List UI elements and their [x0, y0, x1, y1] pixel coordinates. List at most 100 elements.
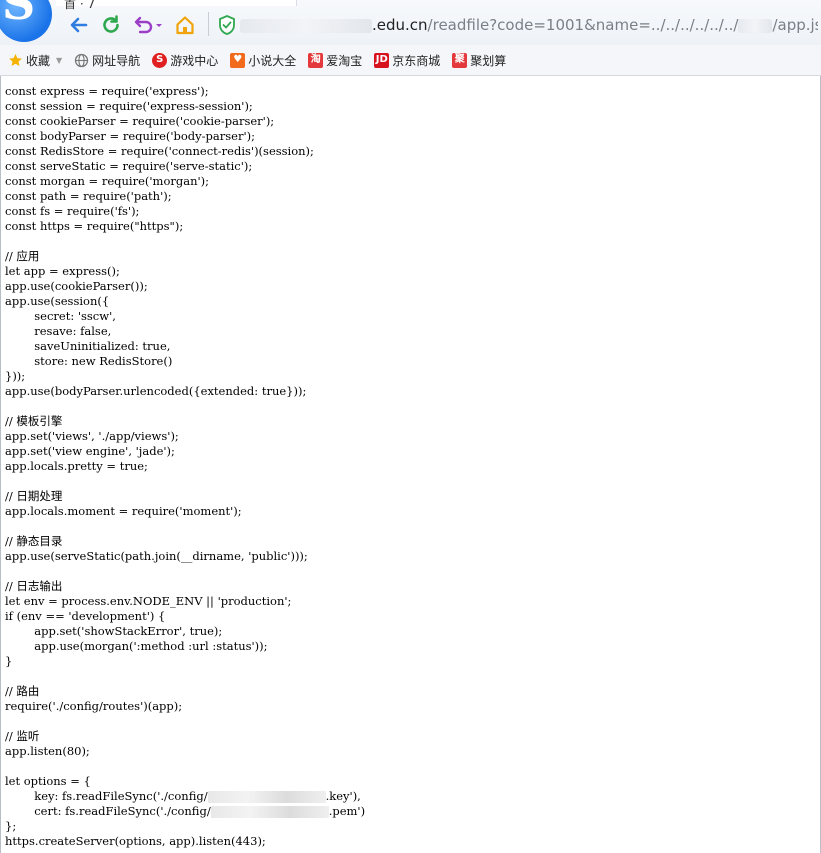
code-text: app.set('view engine', 'jade');	[5, 444, 175, 458]
tab-title: 首 · 7	[64, 0, 96, 11]
code-line: const serveStatic = require('serve-stati…	[5, 159, 252, 174]
code-text: // 模板引擎	[5, 414, 63, 428]
code-line: // 日期处理	[5, 489, 62, 504]
code-line: let env = process.env.NODE_ENV || 'produ…	[5, 594, 291, 609]
code-text: app.locals.pretty = true;	[5, 459, 148, 473]
code-line: let options = {	[5, 774, 91, 789]
code-line: const RedisStore = require('connect-redi…	[5, 144, 314, 159]
code-line: // 监听	[5, 729, 39, 744]
game-icon: S	[152, 52, 168, 68]
code-text: const cookieParser = require('cookie-par…	[5, 114, 275, 128]
code-text: }));	[5, 369, 26, 383]
code-line: key: fs.readFileSync('./config/ .key'),	[5, 789, 361, 804]
book-icon: ♥	[230, 52, 246, 68]
code-text: let env = process.env.NODE_ENV || 'produ…	[5, 594, 292, 608]
logo-letter: S	[2, 0, 36, 30]
bookmark-label: 游戏中心	[170, 53, 219, 68]
code-line: secret: 'sscw',	[5, 309, 116, 324]
code-text: app.use(bodyParser.urlencoded({extended:…	[5, 384, 307, 398]
code-text: app.use(session({	[5, 294, 110, 308]
shield-check-icon[interactable]	[218, 15, 236, 35]
code-line: const path = require('path');	[5, 189, 172, 204]
code-text: store: new RedisStore()	[5, 354, 173, 368]
star-icon	[8, 53, 23, 68]
code-text: const session = require('express-session…	[5, 99, 253, 113]
code-line: app.set('view engine', 'jade');	[5, 444, 175, 459]
bookmark-book[interactable]: ♥ 小说大全	[230, 49, 296, 71]
code-line: const bodyParser = require('body-parser'…	[5, 129, 255, 144]
code-line: const cookieParser = require('cookie-par…	[5, 114, 274, 129]
url-host: .edu.cn	[372, 16, 428, 34]
code-line: app.use(serveStatic(path.join(__dirname,…	[5, 549, 308, 564]
code-line: app.set('showStackError', true);	[5, 624, 222, 639]
code-text: const morgan = require('morgan');	[5, 174, 210, 188]
code-text-tail: .pem')	[328, 804, 366, 818]
code-line: }));	[5, 369, 25, 384]
code-text: const fs = require('fs');	[5, 204, 140, 218]
code-line: };	[5, 819, 16, 834]
code-text: // 静态目录	[5, 534, 63, 548]
window-left-border	[0, 76, 1, 853]
code-line: const morgan = require('morgan');	[5, 174, 209, 189]
code-line: const fs = require('fs');	[5, 204, 139, 219]
refresh-icon	[103, 15, 119, 33]
bookmark-label: 聚划算	[470, 53, 507, 68]
redacted-domain	[240, 18, 372, 33]
code-line: app.use(bodyParser.urlencoded({extended:…	[5, 384, 306, 399]
code-text: app.locals.moment = require('moment');	[5, 504, 242, 518]
redacted-filename	[207, 791, 326, 803]
browser-logo-icon[interactable]: S	[0, 0, 52, 42]
bookmark-taobao[interactable]: 淘爱淘宝	[308, 49, 362, 71]
bookmark-game[interactable]: S 游戏中心	[152, 49, 218, 71]
code-text: app.use(morgan(':method :url :status'));	[5, 639, 268, 653]
code-text: // 日期处理	[5, 489, 63, 503]
code-line: app.locals.moment = require('moment');	[5, 504, 242, 519]
browser-window: S 首 · 7 .edu.cn/readfile?code=1001&name=…	[0, 0, 821, 853]
code-line: saveUninitialized: true,	[5, 339, 170, 354]
code-line: }	[5, 654, 12, 669]
bookmark-globe[interactable]: 网址导航	[74, 49, 140, 71]
refresh-button[interactable]	[98, 12, 124, 38]
code-text: const serveStatic = require('serve-stati…	[5, 159, 253, 173]
browser-toolbar: S 首 · 7 .edu.cn/readfile?code=1001&name=…	[0, 0, 821, 45]
code-line: https.createServer(options, app).listen(…	[5, 834, 266, 849]
address-bar[interactable]: .edu.cn/readfile?code=1001&name=../../..…	[240, 13, 818, 37]
code-text: resave: false,	[5, 324, 112, 338]
code-text: key: fs.readFileSync('./config/	[5, 789, 208, 803]
home-button[interactable]	[172, 12, 198, 38]
code-line: // 静态目录	[5, 534, 62, 549]
arrow-left-icon	[70, 17, 88, 33]
code-text: let app = express();	[5, 264, 120, 278]
bookmark-juhuasuan[interactable]: 聚聚划算	[452, 49, 506, 71]
code-line: // 日志输出	[5, 579, 62, 594]
redacted-filename	[210, 806, 329, 818]
code-line: const session = require('express-session…	[5, 99, 253, 114]
globe-icon	[74, 53, 89, 68]
code-line: // 应用	[5, 249, 39, 264]
code-line: app.set('views', './app/views');	[5, 429, 179, 444]
code-text: const path = require('path');	[5, 189, 172, 203]
code-line: app.use(cookieParser());	[5, 279, 148, 294]
code-text: if (env == 'development') {	[5, 609, 166, 623]
code-line: require('./config/routes')(app);	[5, 699, 182, 714]
bookmark-label: 网址导航	[92, 53, 141, 68]
code-text: // 应用	[5, 249, 40, 263]
bookmark-label: 京东商城	[392, 53, 441, 68]
bookmark-jd[interactable]: JD 京东商城	[374, 49, 440, 71]
back-button[interactable]	[66, 12, 92, 38]
code-text: const RedisStore = require('connect-redi…	[5, 144, 314, 158]
chevron-down-icon[interactable]: ▼	[56, 56, 62, 65]
url-path: /readfile?code=1001&name=../../../../../…	[427, 16, 739, 34]
undo-button[interactable]	[130, 12, 166, 38]
undo-dropdown-icon	[134, 16, 162, 34]
code-line: resave: false,	[5, 324, 111, 339]
address-separator	[208, 12, 209, 36]
code-text: require('./config/routes')(app);	[5, 699, 183, 713]
code-line: const express = require('express');	[5, 84, 209, 99]
bookmark-star[interactable]: 收藏 ▼	[8, 49, 62, 71]
taobao-icon: 淘	[308, 52, 324, 68]
jd-icon: JD	[374, 52, 390, 68]
home-icon	[176, 16, 194, 35]
code-line: // 路由	[5, 684, 39, 699]
code-line: app.listen(80);	[5, 744, 90, 759]
